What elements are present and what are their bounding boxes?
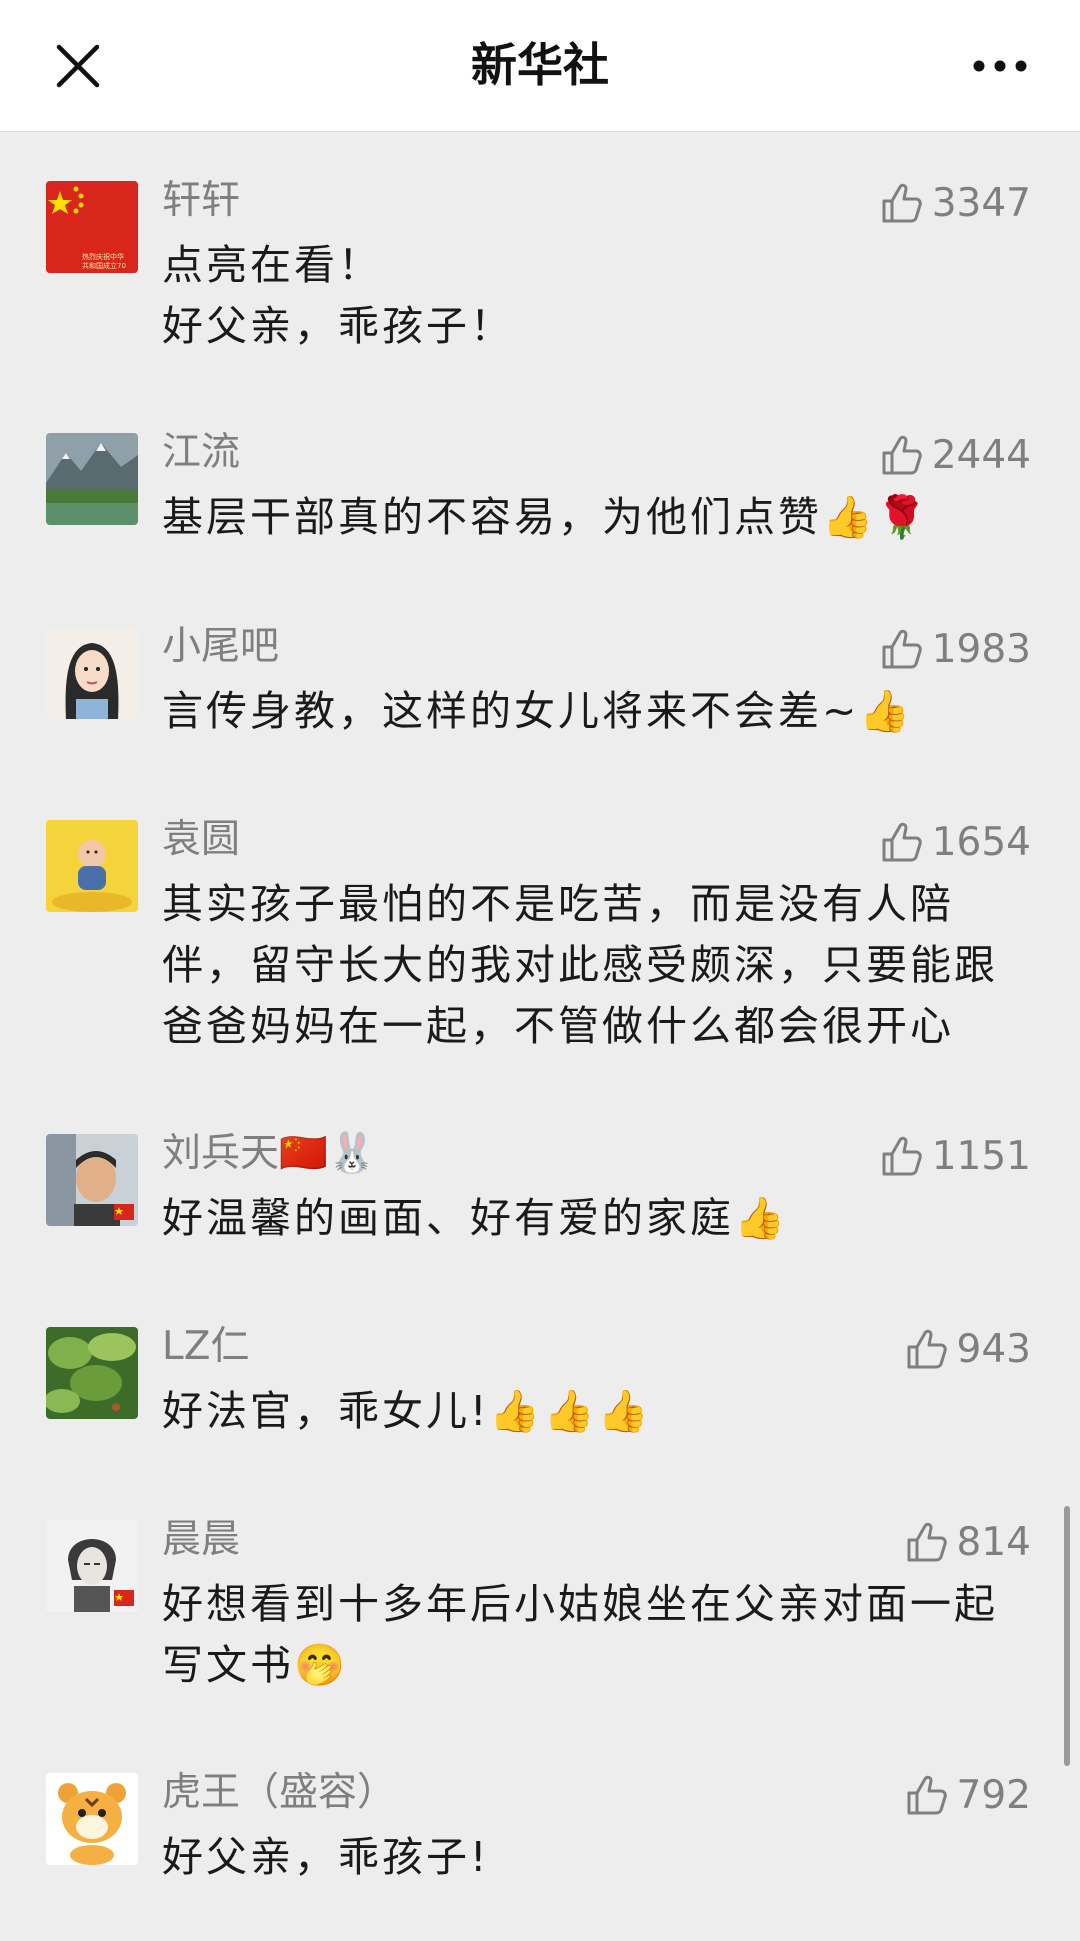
like-count: 1654 [931, 819, 1031, 865]
like-button[interactable]: 814 [905, 1514, 1031, 1570]
comment-line: 其实孩子最怕的不是吃苦，而是没有人陪 [162, 880, 954, 928]
comment-line: 好想看到十多年后小姑娘坐在父亲对面一起 [162, 1580, 998, 1628]
comment-line: 好温馨的画面、好有爱的家庭👍 [162, 1194, 789, 1242]
comment-line: 好法官，乖女儿!👍👍👍 [162, 1387, 652, 1435]
username[interactable]: 袁圆 [162, 812, 240, 868]
sketch-person-avatar [46, 1520, 138, 1612]
comment-line: 爸爸妈妈在一起，不管做什么都会很开心 [162, 1002, 954, 1050]
thumbs-up-icon [907, 1775, 947, 1815]
top-bar: 新华社 [0, 0, 1080, 132]
comment-line: 写文书🤭 [162, 1641, 349, 1689]
page-title: 新华社 [471, 38, 609, 92]
thumbs-up-icon [882, 183, 922, 223]
avatar[interactable] [46, 1773, 138, 1865]
username[interactable]: 小尾吧 [162, 619, 279, 675]
thumbs-up-icon [907, 1329, 947, 1369]
like-count: 2444 [931, 432, 1031, 478]
username[interactable]: 晨晨 [162, 1512, 240, 1568]
comment-text: 好法官，乖女儿!👍👍👍 [162, 1381, 1042, 1442]
username[interactable]: 江流 [162, 425, 240, 481]
svg-text:共和国成立70: 共和国成立70 [82, 261, 126, 270]
comment-line: 好父亲，乖孩子! [162, 1833, 490, 1881]
comment-text: 言传身教，这样的女儿将来不会差~👍 [162, 681, 1042, 742]
like-button[interactable]: 1983 [880, 621, 1031, 677]
like-count: 1983 [931, 626, 1031, 672]
close-button[interactable] [42, 30, 114, 102]
comment-text: 基层干部真的不容易，为他们点赞👍🌹 [162, 487, 1042, 548]
comment-text: 好想看到十多年后小姑娘坐在父亲对面一起 写文书🤭 [162, 1574, 1042, 1696]
svg-text:热烈庆祝中华: 热烈庆祝中华 [82, 252, 124, 261]
green-leaves-avatar [46, 1327, 138, 1419]
more-button[interactable] [960, 36, 1040, 96]
man-portrait-avatar [46, 1134, 138, 1226]
username[interactable]: 虎王（盛容） [162, 1765, 396, 1821]
mountain-lake-avatar [46, 433, 138, 525]
like-count: 1151 [931, 1133, 1031, 1179]
avatar[interactable]: 热烈庆祝中华 共和国成立70 [46, 181, 138, 273]
scrollbar[interactable] [1064, 1506, 1070, 1766]
like-button[interactable]: 1654 [880, 814, 1031, 870]
comment-text: 好温馨的画面、好有爱的家庭👍 [162, 1188, 1042, 1249]
like-count: 943 [956, 1326, 1031, 1372]
thumbs-up-icon [882, 1136, 922, 1176]
avatar[interactable] [46, 627, 138, 719]
comment-line: 言传身教，这样的女儿将来不会差~👍 [162, 687, 914, 735]
like-button[interactable]: 943 [905, 1321, 1031, 1377]
like-button[interactable]: 3347 [880, 175, 1031, 231]
like-button[interactable]: 2444 [880, 427, 1031, 483]
thumbs-up-icon [907, 1522, 947, 1562]
close-icon [56, 44, 100, 88]
comment-text: 好父亲，乖孩子! [162, 1827, 1042, 1888]
comment-line: 点亮在看！ [162, 241, 382, 289]
username[interactable]: 轩轩 [162, 173, 240, 229]
avatar[interactable] [46, 1134, 138, 1226]
tiger-cartoon-avatar [46, 1773, 138, 1865]
comment-line: 伴，留守长大的我对此感受颇深，只要能跟 [162, 941, 998, 989]
china-flag-avatar: 热烈庆祝中华 共和国成立70 [46, 181, 138, 273]
like-button[interactable]: 1151 [880, 1128, 1031, 1184]
thumbs-up-icon [882, 435, 922, 475]
avatar[interactable] [46, 433, 138, 525]
username[interactable]: 刘兵天🇨🇳🐰 [162, 1126, 376, 1182]
more-icon [973, 60, 1027, 72]
comment-text: 点亮在看！ 好父亲，乖孩子！ [162, 235, 1042, 357]
avatar[interactable] [46, 820, 138, 912]
like-count: 814 [956, 1519, 1031, 1565]
comment-line: 基层干部真的不容易，为他们点赞👍🌹 [162, 493, 931, 541]
girl-drawing-avatar [46, 627, 138, 719]
comment-line: 好父亲，乖孩子！ [162, 302, 514, 350]
baby-yellow-avatar [46, 820, 138, 912]
like-count: 792 [956, 1772, 1031, 1818]
username[interactable]: LZ仁 [162, 1319, 249, 1375]
like-count: 3347 [931, 180, 1031, 226]
thumbs-up-icon [882, 822, 922, 862]
avatar[interactable] [46, 1520, 138, 1612]
comment-text: 其实孩子最怕的不是吃苦，而是没有人陪 伴，留守长大的我对此感受颇深，只要能跟 爸… [162, 874, 1042, 1057]
thumbs-up-icon [882, 629, 922, 669]
avatar[interactable] [46, 1327, 138, 1419]
like-button[interactable]: 792 [905, 1767, 1031, 1823]
